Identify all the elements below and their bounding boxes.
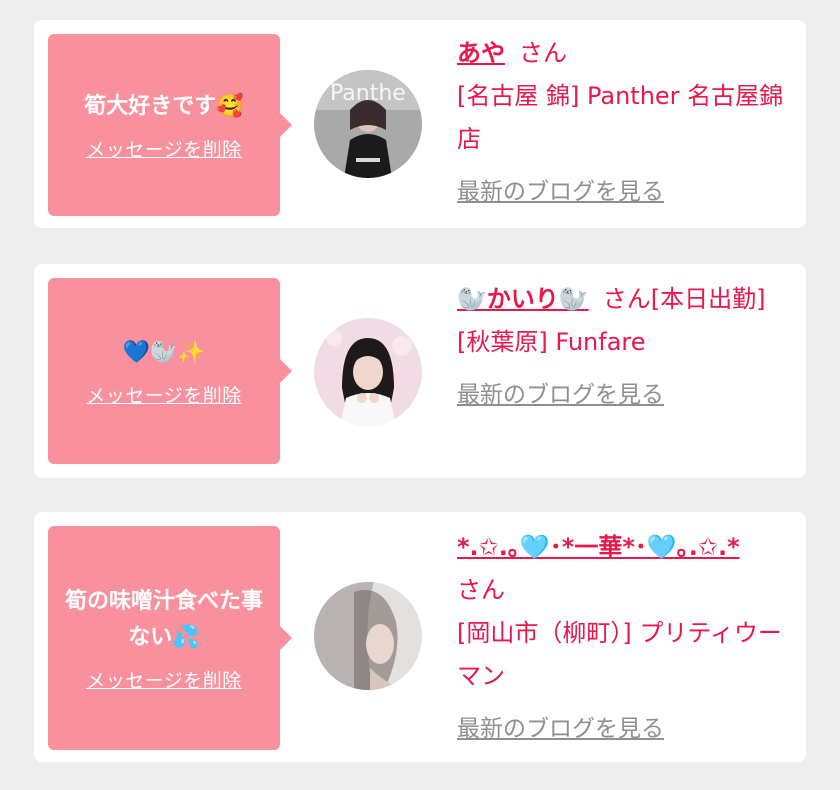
shop-name: [名古屋 錦] Panther 名古屋錦店: [457, 82, 784, 153]
cast-info: *.✩.｡🩵･*一華*･🩵｡.✩.* さん [岡山市（柳町）] プリティウーマン…: [457, 526, 797, 751]
latest-blog-link[interactable]: 最新のブログを見る: [457, 708, 664, 751]
message-text: 💙🦭✨: [122, 339, 206, 365]
cast-name-row: *.✩.｡🩵･*一華*･🩵｡.✩.*: [457, 526, 797, 569]
message-text: 筍大好きです🥰: [84, 93, 244, 119]
delete-message-link[interactable]: メッセージを削除: [86, 135, 242, 162]
attendance-status: [本日出勤]: [650, 285, 766, 313]
honorific: さん: [602, 285, 651, 313]
cast-name-row: さん: [457, 569, 797, 612]
cast-name-row: 🦭かいり🦭 さん[本日出勤]: [457, 278, 797, 321]
delete-message-link[interactable]: メッセージを削除: [86, 666, 242, 693]
message-card: 筍の味噌汁食べた事ない💦 メッセージを削除 *.✩.｡🩵･*一華*･🩵｡.✩.*…: [34, 512, 806, 762]
delete-message-link[interactable]: メッセージを削除: [86, 381, 242, 408]
avatar[interactable]: [314, 582, 422, 690]
shop-name: [秋葉原] Funfare: [457, 328, 646, 356]
cast-name-row: あや さん: [457, 32, 797, 75]
message-bubble: 筍大好きです🥰 メッセージを削除: [48, 34, 292, 216]
message-bubble: 筍の味噌汁食べた事ない💦 メッセージを削除: [48, 526, 292, 750]
honorific: さん: [457, 576, 505, 604]
cast-name-link[interactable]: 🦭かいり🦭: [457, 285, 589, 313]
shop-name: [岡山市（柳町）] プリティウーマン: [457, 619, 782, 690]
avatar[interactable]: [314, 318, 422, 426]
cast-name-link[interactable]: *.✩.｡🩵･*一華*･🩵｡.✩.*: [457, 533, 740, 561]
latest-blog-link[interactable]: 最新のブログを見る: [457, 171, 664, 214]
latest-blog-link[interactable]: 最新のブログを見る: [457, 374, 664, 417]
message-text: 筍の味噌汁食べた事ない💦: [64, 588, 263, 650]
message-bubble: 💙🦭✨ メッセージを削除: [48, 278, 292, 464]
message-card: 筍大好きです🥰 メッセージを削除 Panthe あや さん [名古屋 錦] Pan…: [34, 20, 806, 228]
honorific: さん: [519, 39, 567, 67]
cast-name-link[interactable]: あや: [457, 39, 505, 67]
avatar[interactable]: Panthe: [314, 70, 422, 178]
message-card: 💙🦭✨ メッセージを削除 🦭かいり🦭 さん[本日出勤] [秋葉原] Funfare…: [34, 264, 806, 478]
cast-info: 🦭かいり🦭 さん[本日出勤] [秋葉原] Funfare 最新のブログを見る: [457, 278, 797, 417]
cast-info: あや さん [名古屋 錦] Panther 名古屋錦店 最新のブログを見る: [457, 32, 797, 214]
